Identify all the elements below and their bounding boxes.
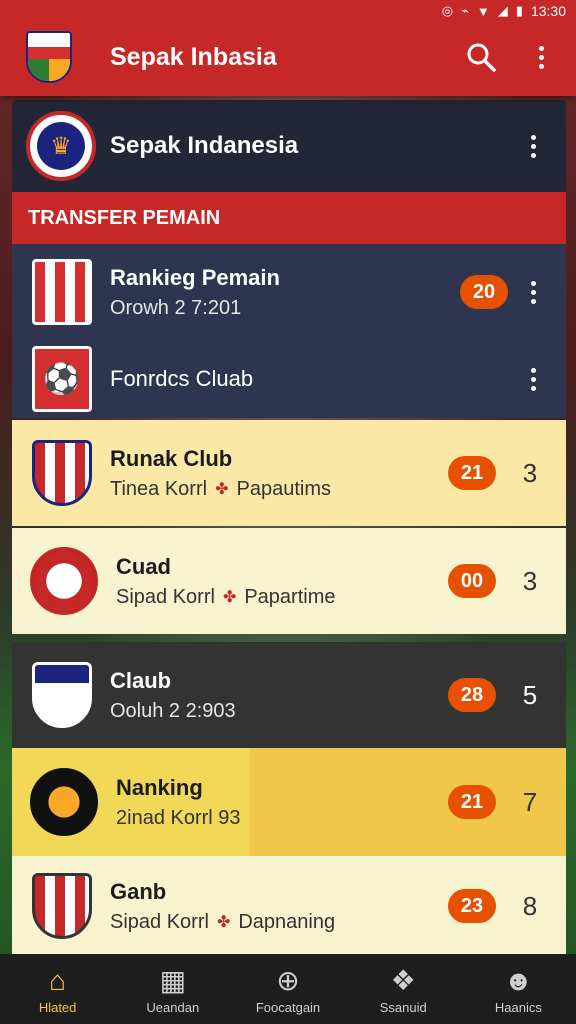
item-subtitle: Sipad Korrl bbox=[116, 585, 215, 608]
item-title: Claub bbox=[110, 667, 172, 693]
app-bar: Sepak Inbasia bbox=[0, 18, 576, 96]
ball-icon: ⚽ bbox=[43, 362, 81, 396]
league-header-card[interactable]: ♛ Sepak Indanesia bbox=[12, 100, 566, 192]
signal-icon: ◢ bbox=[497, 3, 508, 18]
score-badge: 21 bbox=[448, 456, 496, 490]
item-subtitle-2: Dapnaning bbox=[238, 910, 336, 933]
home-icon: ⌂ bbox=[49, 964, 67, 996]
score-badge: 20 bbox=[460, 275, 508, 309]
item-title: Nanking bbox=[116, 774, 203, 800]
club-crest: ⚽ bbox=[32, 346, 92, 412]
club-crest bbox=[32, 259, 92, 325]
team-icon: ❖ bbox=[390, 964, 416, 996]
item-subtitle-2: Papautims bbox=[236, 477, 331, 500]
item-subtitle: Sipad Korrl bbox=[110, 910, 209, 933]
item-title: Ganb bbox=[110, 878, 167, 904]
item-subtitle: Ooluh 2 2:903 bbox=[110, 699, 236, 722]
status-time: 13:30 bbox=[530, 3, 566, 19]
list-item[interactable]: Ganb Sipad Korrl ✤ Dapnaning 23 8 bbox=[12, 856, 566, 956]
more-vert-icon bbox=[526, 45, 556, 69]
item-title: Runak Club bbox=[110, 445, 233, 471]
club-crest bbox=[30, 547, 98, 615]
player-icon: ✤ bbox=[222, 589, 237, 606]
player-icon: ✤ bbox=[215, 481, 229, 498]
wifi-icon: ▼ bbox=[476, 3, 490, 19]
list-item[interactable]: Claub Ooluh 2 2:903 28 5 bbox=[12, 642, 566, 748]
list-item[interactable]: Nanking 2inad Korrl 93 21 7 bbox=[12, 748, 566, 856]
nav-home[interactable]: ⌂ Hlated bbox=[0, 954, 115, 1024]
bottom-navigation: ⌂ Hlated ▦ Ueandan ⊕ Foocatgain ❖ Ssanui… bbox=[0, 954, 576, 1024]
nav-label: Foocatgain bbox=[255, 999, 321, 1015]
vibrate-icon: ⌁ bbox=[461, 3, 469, 18]
header-more-button[interactable] bbox=[518, 134, 548, 158]
item-title: Cuad bbox=[116, 553, 171, 579]
table-icon: ▦ bbox=[159, 964, 187, 996]
nav-label: Hlated bbox=[38, 999, 77, 1015]
profile-icon: ☻ bbox=[503, 964, 534, 996]
list-item[interactable]: ⚽ Fonrdcs Cluab bbox=[12, 340, 566, 418]
list-item[interactable]: Cuad Sipad Korrl ✤ Papartime 00 3 bbox=[12, 528, 566, 634]
trophy-icon: ♛ bbox=[37, 122, 85, 170]
section-title: TRANSFER PEMAIN bbox=[12, 192, 566, 244]
content-list: ♛ Sepak Indanesia TRANSFER PEMAIN Rankie… bbox=[12, 100, 566, 956]
item-more-button[interactable] bbox=[518, 367, 548, 391]
list-item[interactable]: Runak Club Tinea Korrl ✤ Papautims 21 3 bbox=[12, 420, 566, 526]
league-title: Sepak Indanesia bbox=[110, 132, 299, 159]
player-icon: ✤ bbox=[216, 914, 231, 931]
nav-label: Haanics bbox=[494, 999, 542, 1015]
club-crest bbox=[32, 873, 92, 939]
rank-number: 8 bbox=[522, 890, 538, 921]
transfer-block: Rankieg Pemain Orowh 2 7:201 20 ⚽ Fonrdc… bbox=[12, 244, 566, 418]
club-crest bbox=[32, 440, 92, 506]
item-title: Fonrdcs Cluab bbox=[110, 366, 254, 391]
nav-profile[interactable]: ☻ Haanics bbox=[461, 954, 576, 1024]
rank-number: 5 bbox=[522, 679, 538, 710]
search-button[interactable] bbox=[458, 34, 504, 80]
item-title: Rankieg Pemain bbox=[110, 264, 280, 290]
status-bar: ◎ ⌁ ▼ ◢ ▮ 13:30 bbox=[0, 0, 576, 22]
rank-number: 3 bbox=[522, 565, 538, 596]
overflow-menu-button[interactable] bbox=[518, 34, 564, 80]
rank-number: 3 bbox=[522, 457, 538, 488]
nav-football[interactable]: ⊕ Foocatgain bbox=[230, 954, 345, 1024]
item-subtitle: Orowh 2 7:201 bbox=[110, 296, 242, 319]
nav-standings[interactable]: ▦ Ueandan bbox=[115, 954, 230, 1024]
club-crest bbox=[30, 768, 98, 836]
item-subtitle-2: Papartime bbox=[244, 585, 336, 608]
club-crest bbox=[32, 662, 92, 728]
score-badge: 23 bbox=[448, 889, 496, 923]
list-item[interactable]: Rankieg Pemain Orowh 2 7:201 20 bbox=[12, 244, 566, 340]
nav-team[interactable]: ❖ Ssanuid bbox=[346, 954, 461, 1024]
search-icon bbox=[467, 43, 496, 72]
league-crest: ♛ bbox=[26, 111, 96, 181]
notification-icon: ◎ bbox=[441, 3, 454, 18]
score-badge: 28 bbox=[448, 678, 496, 712]
battery-icon: ▮ bbox=[515, 3, 523, 18]
nav-label: Ueandan bbox=[146, 999, 200, 1015]
item-more-button[interactable] bbox=[518, 280, 548, 304]
app-logo bbox=[26, 31, 72, 83]
item-subtitle: 2inad Korrl 93 bbox=[116, 806, 241, 829]
rank-number: 7 bbox=[522, 786, 538, 817]
ball-icon: ⊕ bbox=[276, 964, 300, 996]
score-badge: 21 bbox=[448, 785, 496, 819]
score-badge: 00 bbox=[448, 564, 496, 598]
nav-label: Ssanuid bbox=[379, 999, 427, 1015]
item-subtitle: Tinea Korrl bbox=[110, 477, 208, 500]
app-title: Sepak Inbasia bbox=[110, 42, 277, 71]
